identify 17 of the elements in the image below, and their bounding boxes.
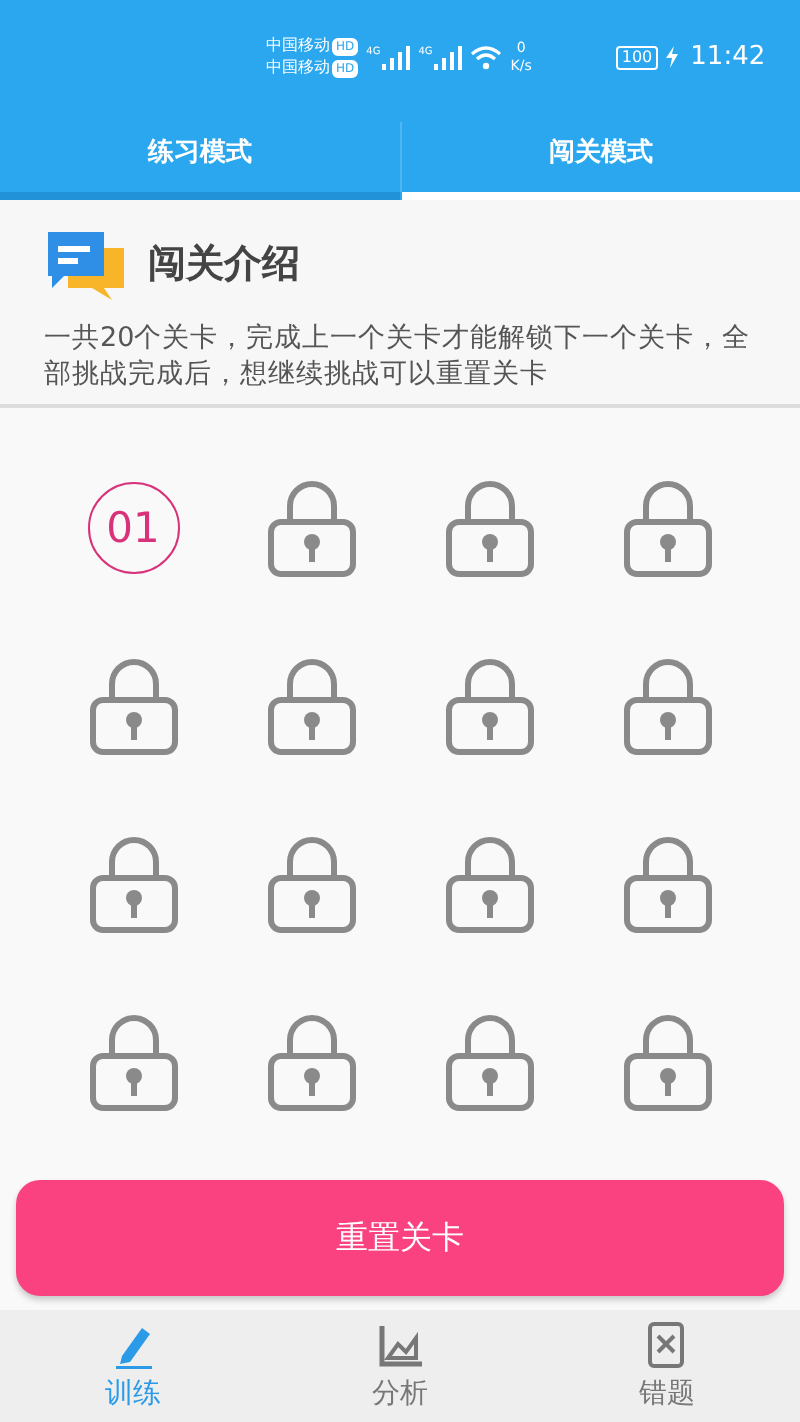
nav-tab[interactable]: 错题 [533, 1310, 800, 1422]
clock-time: 11:42 [690, 42, 766, 72]
intro-title: 闯关介绍 [148, 240, 300, 290]
level-number[interactable]: 01 [87, 481, 179, 573]
signal-icon [434, 45, 463, 69]
nav-tab[interactable]: 分析 [266, 1310, 534, 1422]
intro-text: 一共20个关卡，完成上一个关卡才能解锁下一个关卡，全部挑战完成后，想继续挑战可以重置关卡 [44, 320, 753, 392]
chart-icon [375, 1320, 424, 1370]
chat-bubbles-icon [44, 228, 128, 300]
wifi-icon [470, 45, 503, 69]
charging-icon [666, 46, 679, 68]
reset-button[interactable]: 重置关卡 [16, 1180, 784, 1296]
carrier-name: 中国移动 [266, 36, 330, 56]
carrier-name: 中国移动 [266, 58, 330, 78]
signal-icon [382, 45, 411, 69]
battery-icon: 100 [615, 45, 659, 69]
nav-tab[interactable]: 训练 [0, 1310, 267, 1422]
